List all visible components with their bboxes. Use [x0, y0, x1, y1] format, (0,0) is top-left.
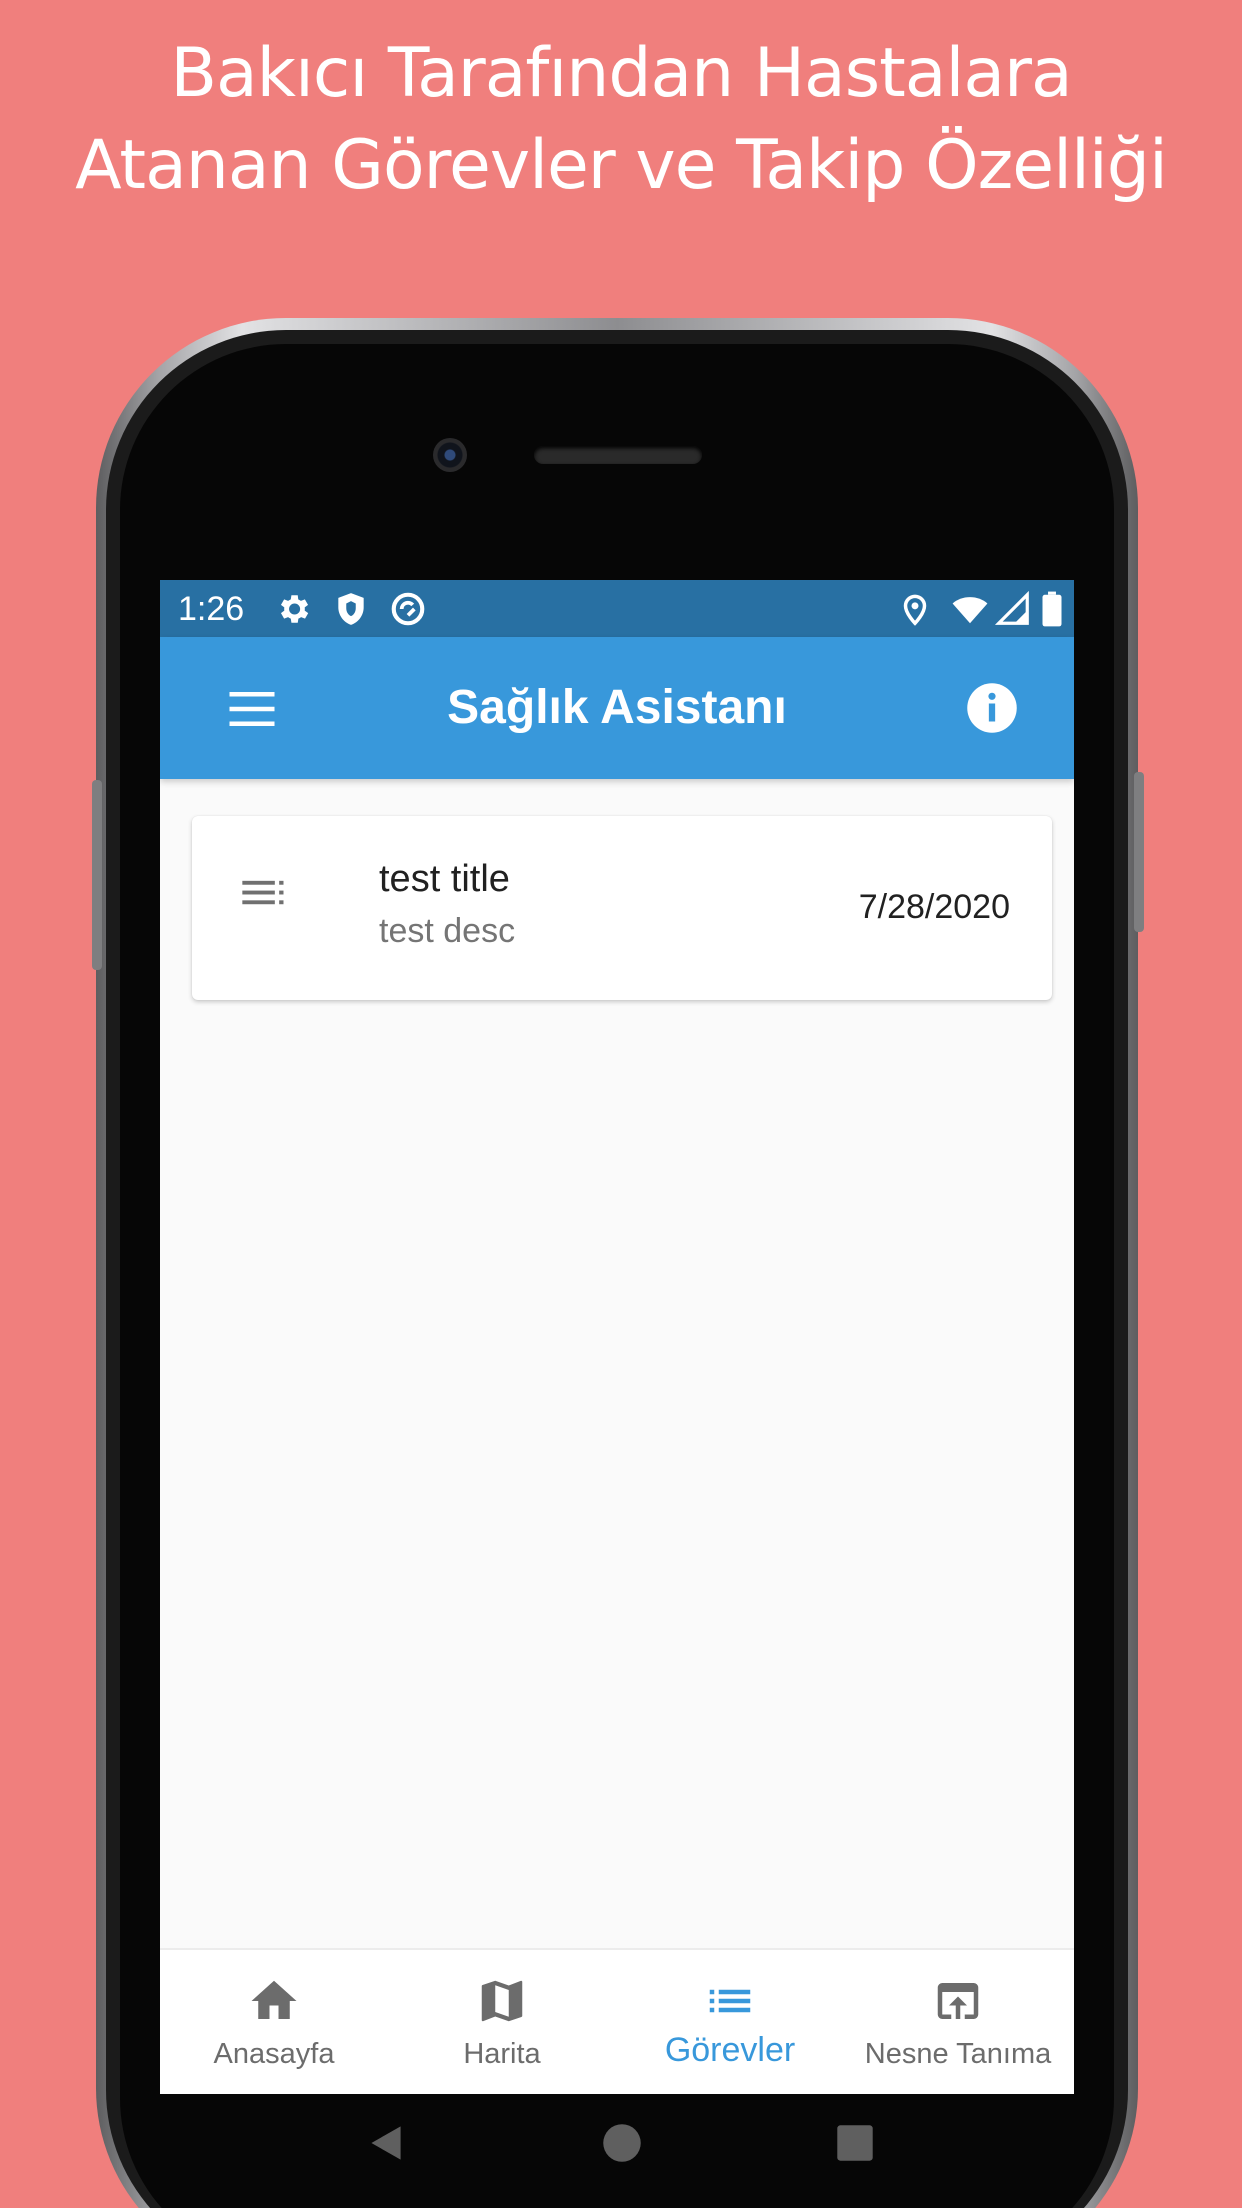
task-date: 7/28/2020 [858, 888, 1010, 926]
status-time: 1:26 [178, 590, 245, 628]
task-description: test desc [379, 912, 516, 950]
sync-icon [391, 592, 425, 626]
back-icon[interactable] [361, 2118, 411, 2168]
nav-label-gorevler: Görevler [664, 2031, 796, 2069]
phone-side-button-right [1134, 772, 1144, 932]
gear-icon [280, 595, 309, 623]
nav-label-anasayfa: Anasayfa [213, 2038, 335, 2070]
promo-headline-line-2: Atanan Görevler ve Takip Özelliği [75, 126, 1168, 205]
promo-headline-line-1: Bakıcı Tarafından Hastalara [170, 34, 1072, 113]
nav-label-harita: Harita [463, 2038, 541, 2070]
promo-headline: Bakıcı Tarafından Hastalara Atanan Görev… [0, 28, 1242, 212]
app-bar: Sağlık Asistanı [160, 637, 1074, 779]
nav-label-nesne-tanima: Nesne Tanıma [864, 2038, 1052, 2070]
app-title: Sağlık Asistanı [447, 681, 787, 734]
nav-item-anasayfa[interactable]: Anasayfa [160, 1950, 388, 2094]
earpiece-speaker [534, 446, 702, 464]
nav-item-nesne-tanima[interactable]: Nesne Tanıma [844, 1950, 1072, 2094]
home-circle-icon[interactable] [597, 2118, 647, 2168]
home-icon [251, 1980, 297, 2019]
task-title: test title [379, 858, 510, 900]
location-icon [903, 594, 927, 626]
list-icon [709, 1989, 751, 2013]
recents-square-icon[interactable] [830, 2118, 880, 2168]
battery-icon [1042, 591, 1062, 627]
wifi-icon [952, 597, 988, 624]
map-icon [481, 1980, 523, 2022]
nav-item-gorevler[interactable]: Görevler [616, 1950, 844, 2094]
nav-item-harita[interactable]: Harita [388, 1950, 616, 2094]
notes-icon [242, 880, 284, 905]
open-in-browser-icon [937, 1983, 979, 2019]
app-screen: 1:26 Sağlık Asistanı test title test des… [160, 580, 1074, 2094]
front-camera [433, 438, 467, 472]
task-card[interactable]: test title test desc 7/28/2020 [192, 816, 1052, 1000]
shield-icon [338, 593, 364, 625]
bottom-navigation: Anasayfa Harita Görevler Nesne Tanıma [160, 1948, 1074, 2094]
task-list: test title test desc 7/28/2020 [192, 816, 1052, 1000]
phone-side-button-left [92, 780, 102, 970]
signal-icon [994, 590, 1029, 625]
info-icon[interactable] [965, 681, 1019, 735]
status-bar: 1:26 [160, 580, 1074, 637]
